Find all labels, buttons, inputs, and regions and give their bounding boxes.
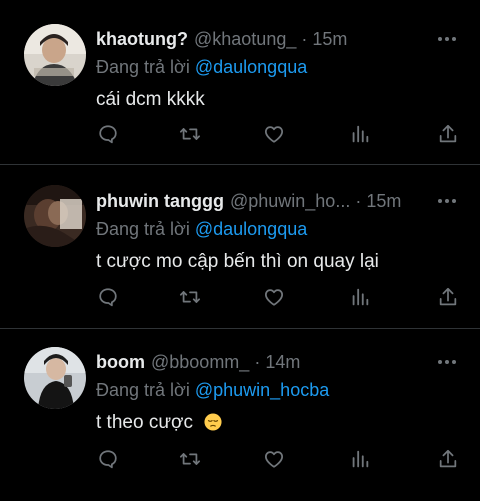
user-handle[interactable]: @khaotung_ [194,29,296,50]
separator-dot: · [254,351,261,372]
tweet-text: cái dcm kkkk [96,89,466,111]
heart-icon[interactable] [262,285,286,309]
tweet-content: phuwin tanggg @phuwin_ho... · 15m Đang t… [96,190,466,273]
action-bar [96,447,466,471]
mention-link[interactable]: @phuwin_hocba [195,380,329,400]
tweet-content: khaotung? @khaotung_ · 15m Đang trả lời … [96,28,466,111]
avatar-image [24,347,86,409]
replying-to: Đang trả lời @daulongqua [96,218,466,240]
mention-link[interactable]: @daulongqua [195,219,307,239]
heart-icon[interactable] [262,122,286,146]
tweet[interactable]: khaotung? @khaotung_ · 15m Đang trả lời … [0,0,480,164]
views-icon[interactable] [348,447,372,471]
separator-dot: · [301,28,308,49]
more-icon[interactable] [436,190,458,212]
display-name[interactable]: boom [96,352,145,373]
tweet-header: khaotung? @khaotung_ · 15m [96,28,466,50]
separator-dot: · [355,190,362,211]
user-handle[interactable]: @bboomm_ [151,352,249,373]
timestamp[interactable]: 14m [265,352,300,373]
avatar[interactable] [24,347,86,409]
reply-icon[interactable] [96,447,120,471]
replying-to: Đang trả lời @daulongqua [96,56,466,78]
tweet-content: boom @bboomm_ · 14m Đang trả lời @phuwin… [96,351,466,434]
tweet-text-content: cái dcm kkkk [96,89,205,110]
tweet[interactable]: phuwin tanggg @phuwin_ho... · 15m Đang t… [0,164,480,328]
tweet-header: boom @bboomm_ · 14m [96,351,466,373]
tweet-text-content: t theo cược [96,412,193,433]
more-icon[interactable] [436,28,458,50]
display-name[interactable]: phuwin tanggg [96,191,224,212]
tweet-header: phuwin tanggg @phuwin_ho... · 15m [96,190,466,212]
display-name[interactable]: khaotung? [96,29,188,50]
pensive-face-emoji [204,413,222,431]
share-icon[interactable] [436,122,460,146]
heart-icon[interactable] [262,447,286,471]
views-icon[interactable] [348,122,372,146]
action-bar [96,122,466,146]
retweet-icon[interactable] [178,447,202,471]
reply-icon[interactable] [96,122,120,146]
user-handle[interactable]: @phuwin_ho... [230,191,350,212]
retweet-icon[interactable] [178,285,202,309]
tweet[interactable]: boom @bboomm_ · 14m Đang trả lời @phuwin… [0,328,480,501]
replying-to: Đang trả lời @phuwin_hocba [96,379,466,401]
replying-to-label: Đang trả lời [96,57,190,77]
tweet-text: t cược mo cập bến thì on quay lại [96,251,466,273]
tweet-text-content: t cược mo cập bến thì on quay lại [96,251,379,272]
replying-to-label: Đang trả lời [96,219,190,239]
share-icon[interactable] [436,285,460,309]
timestamp[interactable]: 15m [312,29,347,50]
action-bar [96,285,466,309]
avatar-image [24,24,86,86]
timestamp[interactable]: 15m [366,191,401,212]
mention-link[interactable]: @daulongqua [195,57,307,77]
reply-icon[interactable] [96,285,120,309]
avatar[interactable] [24,185,86,247]
avatar-image [24,185,86,247]
avatar[interactable] [24,24,86,86]
more-icon[interactable] [436,351,458,373]
retweet-icon[interactable] [178,122,202,146]
reply-feed: khaotung? @khaotung_ · 15m Đang trả lời … [0,0,480,501]
replying-to-label: Đang trả lời [96,380,190,400]
tweet-text: t theo cược [96,412,466,434]
views-icon[interactable] [348,285,372,309]
share-icon[interactable] [436,447,460,471]
